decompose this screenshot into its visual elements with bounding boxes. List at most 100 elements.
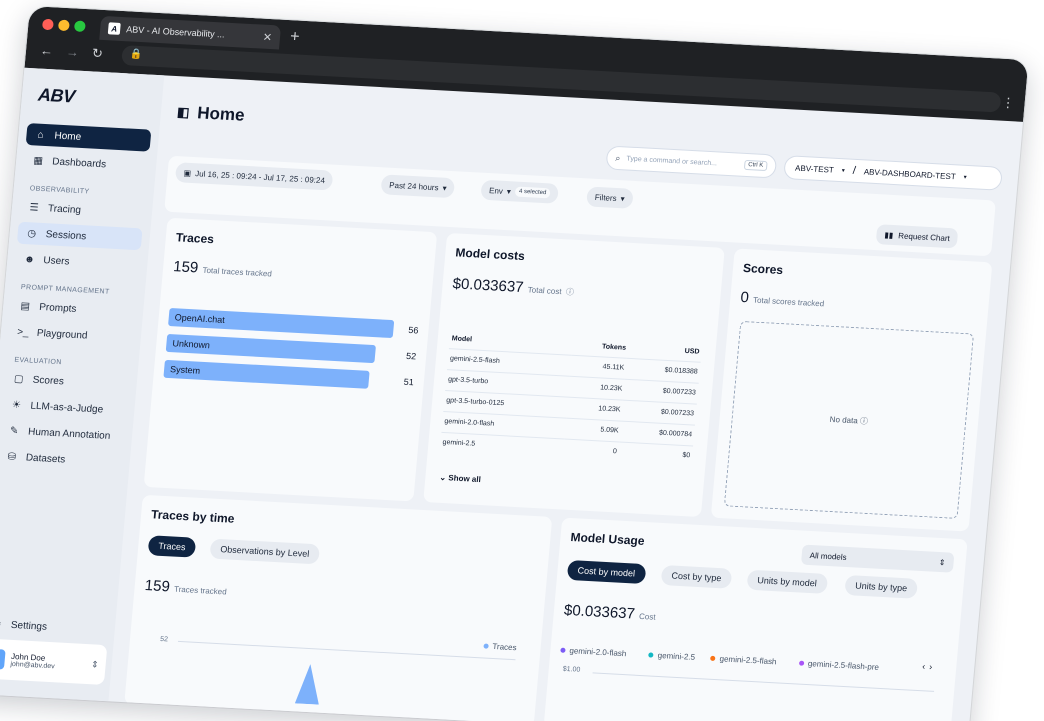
project-selector[interactable]: ABV-TEST ▾ / ABV-DASHBOARD-TEST ▾ xyxy=(783,155,1003,191)
chevron-down-icon: ▾ xyxy=(841,167,846,174)
trace-bar-value: 56 xyxy=(407,324,419,336)
sidebar-item-home[interactable]: ⌂ Home xyxy=(25,123,152,152)
sidebar-item-dashboards[interactable]: ▦ Dashboards xyxy=(23,149,149,178)
user-email: john@abv.dev xyxy=(10,660,55,671)
env-label: Env xyxy=(488,185,504,196)
traces-total-label: Total traces tracked xyxy=(202,265,273,279)
tab-traces[interactable]: Traces xyxy=(147,535,197,558)
cell-tokens: 10.23K xyxy=(567,376,626,401)
model-select[interactable]: All models ⇕ xyxy=(800,544,955,573)
traces-by-time-card: Traces by time Traces Observations by Le… xyxy=(124,494,553,721)
reload-icon[interactable]: ↻ xyxy=(91,45,103,62)
sidebar-item-users[interactable]: ☻ Users xyxy=(15,248,141,277)
cell-usd: $0 xyxy=(617,442,694,467)
no-data-label: No data xyxy=(829,414,859,425)
tab-observations-by-level[interactable]: Observations by Level xyxy=(209,538,321,565)
sidebar-item-label: Dashboards xyxy=(51,155,107,170)
model-usage-card: Model Usage All models ⇕ Cost by model Co… xyxy=(543,517,968,721)
legend-label: gemini-2.5 xyxy=(657,650,696,662)
model-costs-title: Model costs xyxy=(454,245,526,264)
sidebar-item-label: Settings xyxy=(10,619,48,633)
sidebar-toggle-icon[interactable]: ◧ xyxy=(176,104,190,121)
tab-cost-by-type[interactable]: Cost by type xyxy=(660,565,733,589)
sidebar-item-label: Human Annotation xyxy=(27,426,111,442)
sidebar-item-settings[interactable]: ⚙ Settings xyxy=(0,612,108,641)
slash-icon: / xyxy=(852,164,857,177)
favicon-icon: A xyxy=(107,22,121,35)
users-icon: ☻ xyxy=(23,253,36,266)
sidebar-item-human-annotation[interactable]: ✎ Human Annotation xyxy=(0,419,125,448)
database-icon: ⛁ xyxy=(7,450,17,463)
tab-units-by-type[interactable]: Units by type xyxy=(844,574,919,599)
trace-bar[interactable]: OpenAI.chat xyxy=(168,307,395,339)
forward-icon[interactable]: → xyxy=(65,44,79,60)
sidebar-item-label: Playground xyxy=(36,327,88,342)
sidebar-item-datasets[interactable]: ⛁ Datasets xyxy=(0,445,123,474)
project-name: ABV-TEST xyxy=(794,163,835,175)
scores-total: 0 xyxy=(739,288,750,307)
model-costs-table: Model Tokens USD gemini-2.5-flash 45.11K $… xyxy=(439,329,703,467)
cell-tokens: 0 xyxy=(562,439,620,463)
browser-menu-icon[interactable]: ⋮ xyxy=(1001,95,1015,112)
show-all-label: Show all xyxy=(447,473,482,485)
filters-label: Filters xyxy=(594,192,618,203)
model-costs-card: Model costs $0.033637 Total cost ⓘ Model… xyxy=(423,232,725,518)
gridline xyxy=(177,640,516,661)
date-range-picker[interactable]: ▣ Jul 16, 25 : 09:24 - Jul 17, 25 : 09:2… xyxy=(174,162,334,191)
model-usage-title: Model Usage xyxy=(569,530,646,548)
minimize-window-button[interactable] xyxy=(57,19,70,32)
traces-legend: Traces xyxy=(483,641,517,652)
sidebar-item-sessions[interactable]: ◷ Sessions xyxy=(16,221,143,251)
period-select[interactable]: Past 24 hours ▾ xyxy=(380,174,456,199)
sidebar-item-prompts[interactable]: ▤ Prompts xyxy=(10,294,136,323)
sidebar-item-label: Prompts xyxy=(38,301,77,315)
chevron-left-icon[interactable]: ‹ xyxy=(922,661,926,671)
trace-bar-value: 51 xyxy=(403,376,415,388)
avatar: J xyxy=(0,648,6,670)
date-range-value: Jul 16, 25 : 09:24 - Jul 17, 25 : 09:24 xyxy=(194,168,326,185)
gear-icon: ⚙ xyxy=(0,618,4,630)
request-chart-button[interactable]: ▮▮ Request Chart xyxy=(875,224,959,249)
env-selected-badge: 4 selected xyxy=(514,186,551,199)
command-search-input[interactable]: ⌕ Type a command or search... Ctrl K xyxy=(605,145,778,179)
tab-units-by-model[interactable]: Units by model xyxy=(746,569,828,594)
chevron-down-icon: ▾ xyxy=(620,193,626,203)
info-icon[interactable]: ⓘ xyxy=(566,287,575,296)
filters-button[interactable]: Filters ▾ xyxy=(586,186,634,209)
terminal-icon: >_ xyxy=(16,326,30,338)
legend-item: gemini-2.5 xyxy=(648,650,696,662)
user-menu[interactable]: J John Doe john@abv.dev ⇕ xyxy=(0,638,108,685)
y-axis-tick: $1.00 xyxy=(562,665,581,674)
show-all-button[interactable]: ⌄ Show all xyxy=(439,473,481,484)
trace-bar[interactable]: System xyxy=(163,359,370,389)
trace-bar[interactable]: Unknown xyxy=(165,333,376,364)
period-value: Past 24 hours xyxy=(388,180,440,192)
clock-icon: ◷ xyxy=(26,227,37,240)
sidebar-item-tracing[interactable]: ☰ Tracing xyxy=(19,196,145,225)
model-costs-total-label: Total cost xyxy=(527,285,562,297)
legend-pager: ‹ › xyxy=(922,661,933,672)
env-filter[interactable]: Env ▾ 4 selected xyxy=(480,179,560,204)
page-title: ◧ Home xyxy=(176,102,245,126)
legend-label: gemini-2.5-flash-pre xyxy=(807,659,880,672)
browser-tab[interactable]: A ABV - AI Observability ... ✕ xyxy=(99,15,282,50)
close-tab-icon[interactable]: ✕ xyxy=(262,30,272,43)
sidebar-item-label: Sessions xyxy=(45,228,87,242)
sidebar-item-label: Users xyxy=(42,254,71,267)
back-icon[interactable]: ← xyxy=(39,43,53,59)
chevron-up-down-icon: ⇕ xyxy=(90,658,100,670)
tab-cost-by-model[interactable]: Cost by model xyxy=(566,559,646,585)
scores-title: Scores xyxy=(742,260,784,278)
sidebar-item-playground[interactable]: >_ Playground xyxy=(8,320,134,349)
close-window-button[interactable] xyxy=(41,18,54,31)
sidebar-item-llm-judge[interactable]: ☀ LLM-as-a-Judge xyxy=(2,393,128,422)
dashboard-icon: ▦ xyxy=(33,154,44,167)
calendar-icon: ▣ xyxy=(183,168,192,178)
new-tab-icon[interactable]: + xyxy=(289,28,300,46)
list-icon: ☰ xyxy=(29,201,40,214)
sidebar-item-scores[interactable]: ▢ Scores xyxy=(4,367,130,396)
maximize-window-button[interactable] xyxy=(73,20,86,33)
cell-tokens: 5.09K xyxy=(564,418,622,443)
lock-icon: 🔒 xyxy=(129,48,143,61)
y-axis-tick: 52 xyxy=(159,635,169,644)
